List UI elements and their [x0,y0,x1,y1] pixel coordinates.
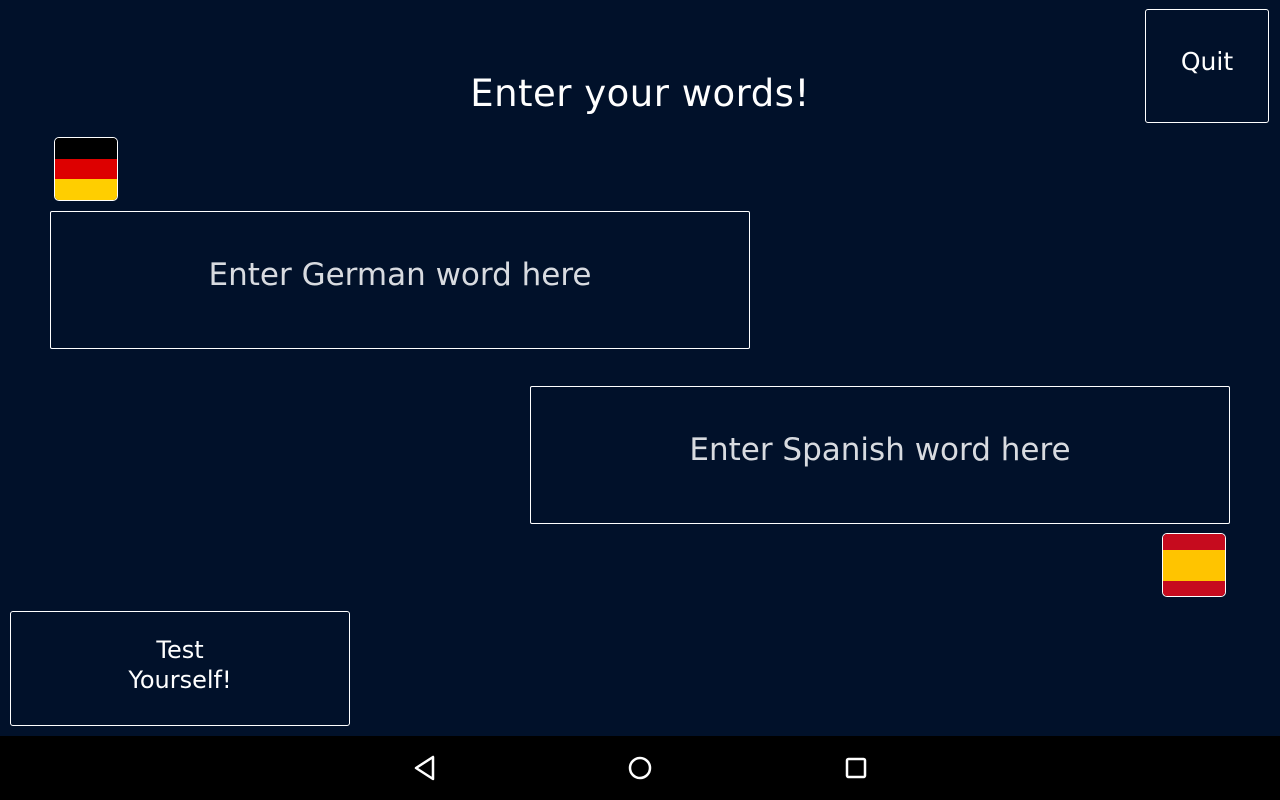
spanish-flag-stripe-bottom-red [1163,580,1225,596]
german-flag-stripe-gold [55,179,117,200]
quit-button[interactable]: Quit [1145,9,1269,123]
german-word-input[interactable] [50,211,750,349]
recents-square-icon[interactable] [836,750,876,786]
page-title: Enter your words! [470,72,810,115]
test-yourself-button[interactable]: Test Yourself! [10,611,350,726]
test-yourself-line2: Yourself! [128,665,232,694]
spanish-flag-icon [1162,533,1226,597]
spanish-word-input[interactable] [530,386,1230,524]
german-flag-stripe-black [55,138,117,159]
spanish-flag-stripe-top-red [1163,534,1225,550]
test-yourself-line1: Test [156,635,204,664]
home-circle-icon[interactable] [620,750,660,786]
back-triangle-icon[interactable] [405,750,445,786]
german-flag-stripe-red [55,158,117,180]
spanish-flag-stripe-yellow [1163,549,1225,581]
system-navigation-bar [0,736,1280,800]
german-flag-icon [54,137,118,201]
app-screen: Enter your words! Quit Test Yourself! [0,0,1280,736]
